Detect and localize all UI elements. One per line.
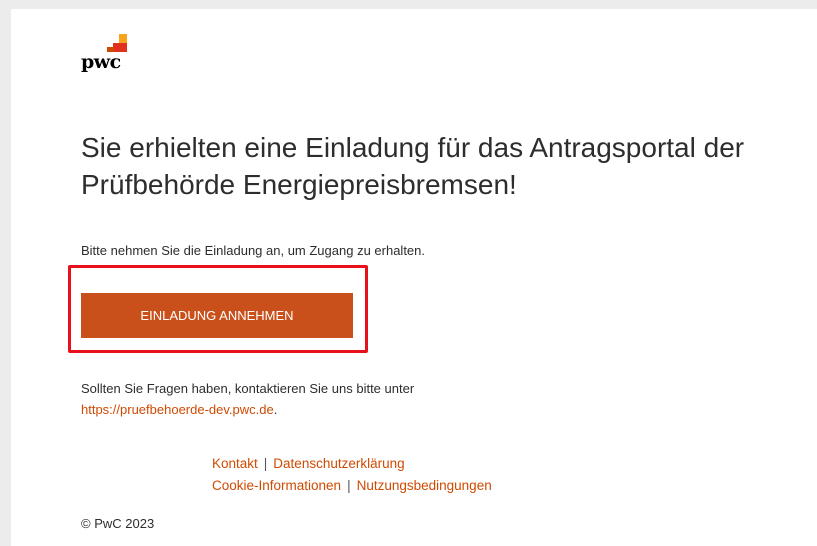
footer-link-nutzung[interactable]: Nutzungsbedingungen [357, 478, 492, 493]
footer-link-cookies[interactable]: Cookie-Informationen [212, 478, 341, 493]
footer-link-datenschutz[interactable]: Datenschutzerklärung [273, 456, 404, 471]
pwc-logo: pwc [81, 34, 141, 84]
contact-text: Sollten Sie Fragen haben, kontaktieren S… [81, 381, 415, 396]
invitation-headline: Sie erhielten eine Einladung für das Ant… [81, 132, 745, 200]
copyright: © PwC 2023 [81, 516, 155, 531]
footer-link-kontakt[interactable]: Kontakt [212, 456, 258, 471]
footer-links: Kontakt | Datenschutzerklärung Cookie-Info… [212, 453, 492, 497]
contact-suffix: . [273, 402, 278, 417]
email-card: pwc Sie erhielten eine Einladung für das… [11, 9, 817, 546]
footer-separator: | [263, 456, 268, 471]
logo-wordmark: pwc [81, 51, 121, 73]
footer-separator: | [347, 478, 351, 493]
portal-link[interactable]: https://pruefbehoerde-dev.pwc.de [81, 402, 274, 417]
contact-paragraph: Sollten Sie Fragen haben, kontaktieren S… [81, 378, 414, 420]
logo-block [119, 34, 127, 43]
intro-text: Bitte nehmen Sie die Einladung an, um Zu… [81, 243, 426, 258]
footer-row: Cookie-Informationen | Nutzungsbedingungen [212, 475, 492, 497]
footer-row: Kontakt | Datenschutzerklärung [212, 453, 492, 475]
accept-invitation-button[interactable]: EINLADUNG ANNEHMEN [81, 293, 353, 338]
